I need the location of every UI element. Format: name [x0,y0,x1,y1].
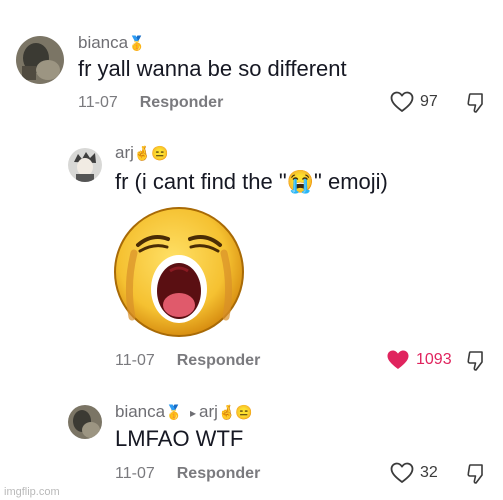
watermark: imgflip.com [4,486,60,498]
comment-meta: 11-07 Responder [115,465,260,483]
comment-date: 11-07 [115,465,155,482]
comment-text: fr (i cant find the "😭" emoji) [115,169,388,194]
expressionless-badge-icon: 😑 [235,404,253,420]
reply-button[interactable]: Responder [140,94,224,111]
comment-text: LMFAO WTF [115,426,244,451]
like-count: 1093 [416,351,452,368]
like-count: 97 [420,93,438,110]
thumbs-down-icon [467,464,483,484]
reply-arrow-icon: ▸ [190,406,197,420]
comment-meta: 11-07 Responder [78,94,223,112]
fingers-crossed-badge-icon: 🤞 [133,145,152,161]
username[interactable]: arj [115,143,134,162]
like-button[interactable]: 97 [390,91,438,113]
reply-button[interactable]: Responder [177,352,261,369]
reply-button[interactable]: Responder [177,465,261,482]
heart-outline-icon [390,462,414,483]
medal-badge-icon: 🥇 [128,35,146,51]
thumbs-down-icon [467,351,483,371]
username[interactable]: bianca [115,402,165,421]
heart-filled-icon [387,350,409,369]
expressionless-badge-icon: 😑 [151,145,169,161]
dislike-button[interactable] [466,350,486,372]
fingers-crossed-badge-icon: 🤞 [217,404,236,420]
comment-date: 11-07 [78,94,118,111]
comment-header: bianca🥇 ▸ arj🤞😑 [115,402,253,422]
avatar-bianca[interactable] [16,36,64,84]
medal-badge-icon: 🥇 [165,404,183,420]
like-button[interactable]: 32 [390,462,438,484]
like-count: 32 [420,464,438,481]
avatar-bianca[interactable] [68,405,102,439]
dislike-button[interactable] [466,463,486,485]
dislike-button[interactable] [466,92,486,114]
username[interactable]: bianca [78,33,128,52]
thumbs-down-icon [467,93,483,113]
comment-date: 11-07 [115,352,155,369]
comment-header: bianca🥇 [78,33,146,53]
comment-meta: 11-07 Responder [115,352,260,370]
comment-text: fr yall wanna be so different [78,56,347,81]
avatar-arj[interactable] [68,148,102,182]
reply-to-username[interactable]: arj [199,402,218,421]
heart-outline-icon [390,91,414,112]
comment-header: arj🤞😑 [115,143,169,163]
crying-face-sticker [112,205,246,339]
like-button[interactable]: 1093 [386,349,452,371]
